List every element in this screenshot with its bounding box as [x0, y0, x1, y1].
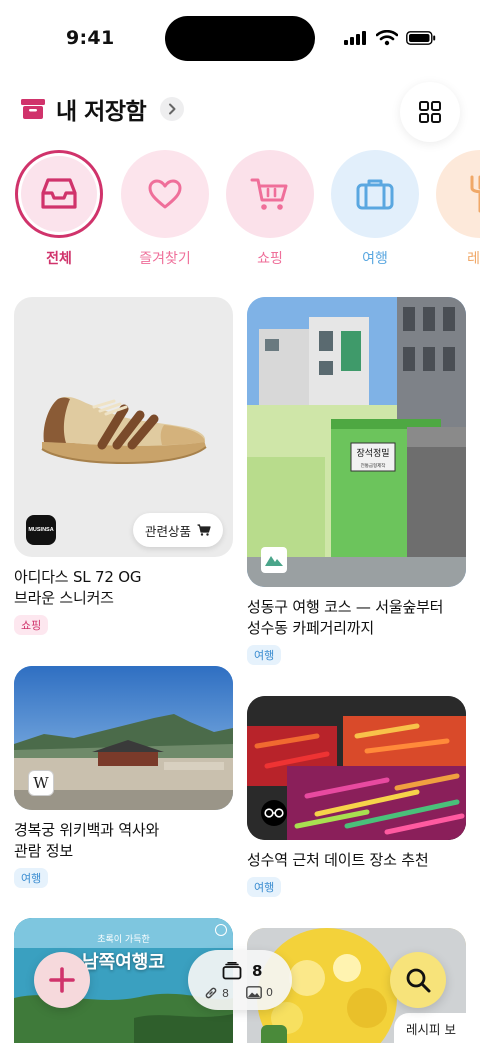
card-image: W — [14, 666, 233, 810]
shopping-cart-icon — [250, 178, 288, 210]
glasses-icon — [264, 808, 284, 818]
related-products-button[interactable]: 관련상품 — [132, 513, 223, 547]
inbox-tray-icon — [41, 178, 77, 209]
search-button[interactable] — [390, 952, 446, 1008]
category-favorites[interactable]: 즐겨찾기 — [120, 150, 210, 268]
category-label: 레시 — [467, 251, 480, 267]
grid-view-button[interactable] — [400, 82, 460, 142]
card-image: 장석정밀 전통금형제작 — [247, 297, 466, 587]
chevron-right-icon — [169, 103, 176, 115]
shop-sign-subtext: 전통금형제작 — [361, 462, 386, 469]
more-indicator-icon — [215, 924, 227, 936]
link-icon — [205, 987, 217, 999]
category-shopping[interactable]: 쇼핑 — [225, 150, 315, 268]
heart-icon — [148, 179, 182, 209]
category-circle — [121, 150, 209, 238]
card-title: 성동구 여행 코스 — 서울숲부터 성수동 카페거리까지 — [247, 598, 444, 637]
header: 내 저장함 — [20, 82, 460, 142]
stack-icon — [222, 962, 242, 980]
archive-box-icon — [21, 99, 45, 119]
status-bar: 9:41 — [0, 0, 480, 70]
fork-icon — [470, 175, 480, 213]
category-label: 즐겨찾기 — [139, 251, 191, 267]
category-circle — [436, 150, 480, 238]
battery-icon — [406, 31, 436, 45]
category-tag: 여행 — [14, 868, 49, 888]
system-icons — [344, 30, 436, 46]
image-icon — [246, 986, 262, 999]
plus-icon — [49, 967, 75, 993]
category-all[interactable]: 전체 — [14, 150, 104, 268]
cellular-signal-icon — [344, 31, 366, 45]
category-label: 여행 — [362, 251, 388, 267]
saved-card-gyeongbokgung[interactable]: W 경복궁 위키백과 역사와 관람 정보 여행 — [14, 666, 233, 888]
shop-sign-text: 장석정밀 — [356, 447, 389, 459]
wifi-icon — [376, 30, 398, 46]
category-circle — [331, 150, 419, 238]
saved-card-sneakers[interactable]: MUSINSA 관련상품 아디다스 SL 72 OG 브라운 스니커즈 쇼핑 — [14, 297, 233, 635]
card-image — [247, 696, 466, 840]
source-logo — [261, 547, 287, 573]
image-count: 0 — [246, 986, 273, 999]
search-icon — [406, 968, 431, 993]
saved-card-seongdong[interactable]: 장석정밀 전통금형제작 성동구 여행 코스 — 서울숲부터 성수동 카페거리까지… — [247, 297, 466, 665]
musinsa-logo: MUSINSA — [26, 515, 56, 545]
grid-icon — [419, 101, 441, 123]
card-title: 성수역 근처 데이트 장소 추천 — [247, 851, 429, 869]
street-photo: 장석정밀 전통금형제작 — [247, 297, 466, 587]
card-title: 아디다스 SL 72 OG 브라운 스니커즈 — [14, 568, 142, 607]
category-tag: 쇼핑 — [14, 615, 49, 635]
card-title: 경복궁 위키백과 역사와 관람 정보 — [14, 821, 160, 860]
wikipedia-logo: W — [28, 770, 54, 796]
header-title-group[interactable]: 내 저장함 — [20, 92, 185, 126]
source-logo — [261, 1025, 287, 1043]
page-title: 내 저장함 — [56, 99, 147, 125]
link-count: 8 — [204, 986, 229, 1000]
category-circle — [15, 150, 103, 238]
cart-icon — [197, 524, 211, 536]
category-tag: 여행 — [247, 877, 282, 897]
recipe-button[interactable]: 레시피 보 — [394, 1013, 466, 1043]
category-label: 쇼핑 — [257, 251, 283, 267]
category-label: 전체 — [46, 251, 72, 267]
total-count: 8 — [222, 962, 262, 980]
category-row: 전체 즐겨찾기 쇼핑 여행 레 — [14, 150, 480, 270]
card-image: MUSINSA 관련상품 — [14, 297, 233, 557]
mountain-logo-icon — [265, 556, 283, 566]
category-tag: 여행 — [247, 645, 282, 665]
dynamic-island — [165, 16, 315, 61]
add-button[interactable] — [34, 952, 90, 1008]
status-time: 9:41 — [66, 27, 115, 49]
item-counter[interactable]: 8 8 0 — [188, 950, 292, 1010]
saved-card-date-spots[interactable]: 성수역 근처 데이트 장소 추천 여행 — [247, 696, 466, 897]
suitcase-icon — [356, 179, 394, 210]
glasses-logo — [261, 800, 287, 826]
category-circle — [226, 150, 314, 238]
title-chevron-button[interactable] — [160, 97, 185, 121]
overlay-small-text: 초록이 가득한 — [97, 935, 150, 945]
category-travel[interactable]: 여행 — [330, 150, 420, 268]
category-recipe[interactable]: 레시 — [435, 150, 480, 268]
